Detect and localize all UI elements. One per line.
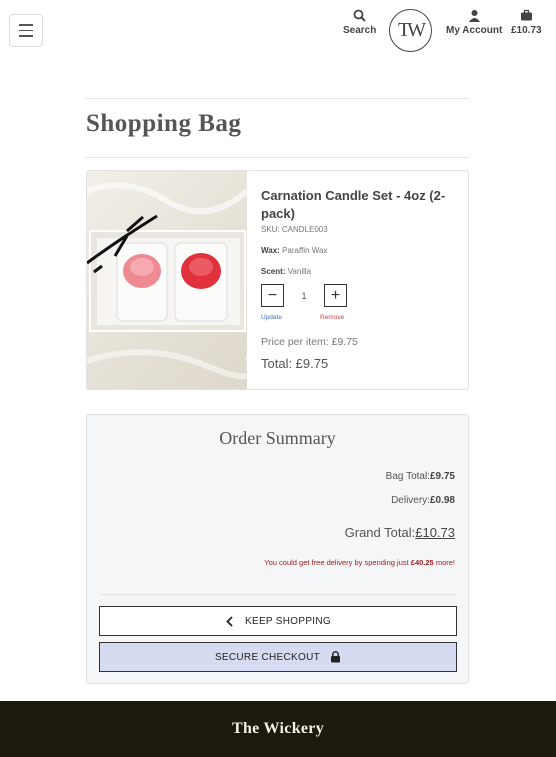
grand-total-value: £10.73	[415, 525, 455, 540]
free-delivery-note: You could get free delivery by spending …	[264, 558, 455, 567]
search-label: Search	[343, 25, 377, 36]
footer-brand: The Wickery	[231, 720, 325, 737]
hamburger-icon	[19, 24, 33, 26]
decrement-button[interactable]: −	[261, 284, 284, 307]
site-logo[interactable]: TW	[389, 9, 432, 52]
site-footer: The Wickery	[0, 701, 556, 757]
bag-total-label: £10.73	[511, 25, 542, 36]
note-prefix: You could get free delivery by spending …	[264, 558, 411, 567]
delivery-row: Delivery:£0.98	[391, 495, 455, 506]
candle-set-photo	[87, 182, 255, 380]
product-wax: Wax: Paraffin Wax	[261, 246, 327, 255]
user-icon	[468, 10, 480, 22]
quantity-stepper: − 1 +	[261, 284, 347, 307]
scent-value: Vanilla	[287, 267, 312, 276]
plus-icon: +	[330, 286, 341, 304]
divider	[86, 157, 469, 158]
remove-link[interactable]: Remove	[320, 314, 344, 321]
wax-value: Paraffin Wax	[282, 246, 328, 255]
menu-toggle-button[interactable]	[9, 14, 43, 47]
product-image[interactable]	[87, 171, 255, 389]
bag-total-value: £9.75	[429, 471, 455, 482]
page-title: Shopping Bag	[86, 110, 242, 137]
price-per-item: Price per item: £9.75	[261, 336, 358, 348]
item-total: Total: £9.75	[261, 356, 329, 371]
product-sku: SKU: CANDLE003	[261, 225, 328, 234]
bag-total-label: Bag Total:	[385, 471, 430, 482]
briefcase-icon	[520, 9, 532, 21]
grand-total-label: Grand Total:	[344, 525, 416, 540]
divider	[100, 594, 456, 595]
product-scent: Scent: Vanilla	[261, 267, 311, 276]
grand-total-row: Grand Total:£10.73	[345, 525, 455, 540]
my-account-link[interactable]: My Account	[446, 9, 502, 36]
search-link[interactable]: Search	[343, 9, 376, 36]
site-header: Search TW My Account £10.73	[0, 0, 556, 62]
note-amount: £40.25	[410, 558, 434, 567]
wax-label: Wax:	[261, 246, 280, 255]
bag-total-row: Bag Total:£9.75	[386, 471, 455, 482]
divider	[86, 98, 469, 99]
shopping-bag-link[interactable]: £10.73	[511, 9, 542, 36]
quantity-input[interactable]: 1	[284, 291, 324, 301]
order-summary-title: Order Summary	[219, 428, 336, 448]
bag-item-card: Carnation Candle Set - 4oz (2-pack) SKU:…	[86, 170, 469, 390]
increment-button[interactable]: +	[324, 284, 347, 307]
keep-shopping-label: KEEP SHOPPING	[245, 615, 331, 627]
keep-shopping-button[interactable]: KEEP SHOPPING	[99, 606, 457, 636]
delivery-value: £0.98	[429, 495, 455, 506]
lock-icon	[331, 651, 341, 663]
search-icon	[353, 9, 366, 22]
minus-icon: −	[267, 286, 278, 304]
note-suffix: more!	[433, 558, 455, 567]
delivery-label: Delivery:	[391, 495, 430, 506]
update-link[interactable]: Update	[261, 314, 282, 321]
secure-checkout-button[interactable]: SECURE CHECKOUT	[99, 642, 457, 672]
chevron-left-icon	[226, 615, 233, 627]
scent-label: Scent:	[261, 267, 286, 276]
secure-checkout-label: SECURE CHECKOUT	[214, 651, 321, 663]
logo-text: TW	[397, 19, 426, 41]
my-account-label: My Account	[446, 25, 503, 36]
order-summary: Order Summary Bag Total:£9.75 Delivery:£…	[86, 414, 469, 684]
product-name[interactable]: Carnation Candle Set - 4oz (2-pack)	[261, 187, 456, 223]
